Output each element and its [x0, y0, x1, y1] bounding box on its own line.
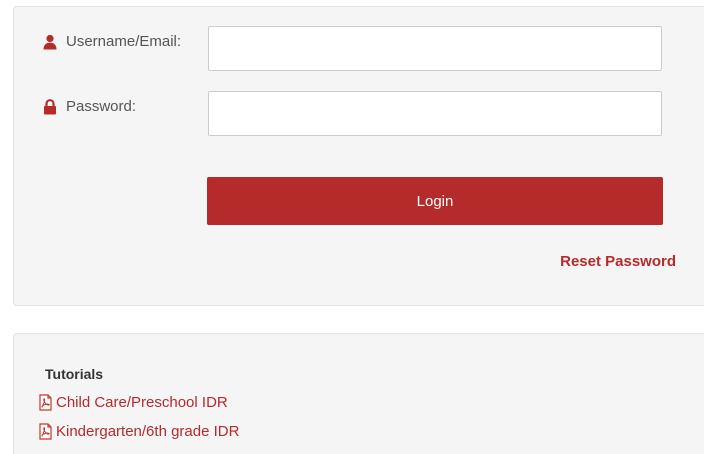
user-icon	[42, 34, 58, 50]
page-root: Username/Email: Password: Login Reset Pa…	[0, 0, 704, 454]
username-label-text: Username/Email:	[66, 33, 182, 50]
tutorial-link-label: Kindergarten/6th grade IDR	[56, 423, 240, 440]
login-button[interactable]: Login	[207, 177, 663, 225]
password-label: Password:	[42, 98, 136, 115]
username-label: Username/Email:	[42, 33, 181, 50]
tutorial-link-child-care[interactable]: Child Care/Preschool IDR	[37, 394, 228, 411]
pdf-icon	[37, 394, 54, 411]
username-field[interactable]	[208, 26, 662, 71]
password-label-text: Password:	[66, 98, 137, 115]
password-field[interactable]	[208, 91, 662, 136]
tutorials-heading: Tutorials	[45, 366, 104, 382]
reset-password-link[interactable]: Reset Password	[560, 253, 676, 270]
lock-icon	[42, 98, 58, 115]
tutorial-link-label: Child Care/Preschool IDR	[56, 394, 228, 411]
pdf-icon	[37, 423, 54, 440]
tutorial-link-kindergarten[interactable]: Kindergarten/6th grade IDR	[37, 423, 239, 440]
login-button-label: Login	[416, 192, 454, 210]
